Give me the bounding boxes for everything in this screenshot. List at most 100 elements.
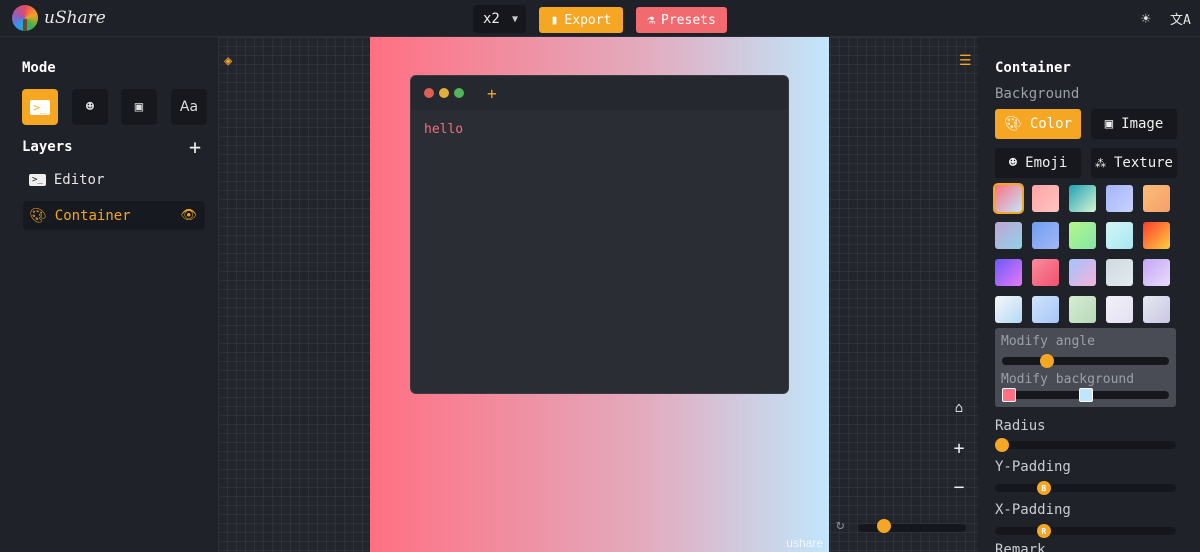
gradient-swatch[interactable] [1069,259,1096,286]
bg-image-button[interactable]: ▣ Image [1091,109,1177,139]
gradient-swatch[interactable] [1106,259,1133,286]
bg-color-button[interactable]: 🎨︎ Color [995,109,1081,139]
radius-label: Radius [995,418,1046,434]
chevron-down-icon: ▼ [511,13,518,25]
mode-title: Mode [22,60,56,76]
brand-name: uShare [44,8,106,28]
background-label: Background [995,86,1080,102]
eye-icon[interactable]: 👁︎ [180,208,197,223]
adjust-icon[interactable]: ☰ [959,53,972,69]
zoom-out-button[interactable]: − [946,474,972,500]
layers-icon[interactable]: ◈ [224,53,232,69]
ypadding-slider-knob[interactable]: B [1036,481,1051,495]
canvas-area[interactable]: ◈ ☰ + hello ushare ⌂ + − ↻ [218,37,978,552]
gradient-modifier-panel: Modify angle Modify background [995,328,1176,407]
home-icon[interactable]: ⌂ [946,395,972,421]
bg-emoji-button[interactable]: ☻ Emoji [995,148,1081,178]
top-bar: uShare x2 ▼ ▮ Export ⚗ Presets ☀ 文A [0,0,1200,37]
layer-label: Editor [53,171,105,188]
gradient-swatch[interactable] [1106,185,1133,212]
app-root: uShare x2 ▼ ▮ Export ⚗ Presets ☀ 文A Mode… [0,0,1200,552]
terminal-icon: >_ [29,173,46,186]
texture-icon: ⁂ [1094,156,1106,170]
emoji-icon: ☻ [1008,155,1018,171]
tree-logo-icon [12,5,38,31]
editor-header: + [411,76,788,110]
gradient-swatch[interactable] [1143,259,1170,286]
reset-icon[interactable]: ↻ [836,517,844,533]
gradient-swatch[interactable] [1032,222,1059,249]
export-button[interactable]: ▮ Export [539,7,623,33]
modify-angle-label: Modify angle [1001,334,1095,349]
ypadding-slider-track[interactable] [995,484,1176,492]
zoom-slider-track[interactable] [858,524,966,532]
modify-background-label: Modify background [1001,372,1135,387]
palette-icon: 🎨︎ [29,207,47,224]
radius-slider-track[interactable] [995,441,1176,449]
bg-texture-button[interactable]: ⁂ Texture [1091,148,1177,178]
minimize-dot [439,88,449,98]
container-background[interactable]: + hello ushare [370,37,829,552]
gradient-swatch[interactable] [1106,296,1133,323]
right-panel: Container Background 🎨︎ Color ▣ Image ☻ … [978,37,1200,552]
gradient-swatch[interactable] [1106,222,1133,249]
add-layer-button[interactable]: + [189,135,201,159]
image-icon: ▣ [134,99,144,115]
gradient-stop-end[interactable] [1078,388,1093,402]
angle-slider-knob[interactable] [1040,354,1055,368]
mode-image-button[interactable]: ▣ [121,89,157,125]
editor-window[interactable]: + hello [410,75,789,394]
mode-terminal-button[interactable]: >_ [22,89,58,125]
xpadding-slider-track[interactable] [995,527,1176,535]
logo[interactable]: uShare [12,5,106,31]
emoji-icon: ☻ [85,99,95,115]
presets-button[interactable]: ⚗ Presets [636,7,727,33]
layer-label: Container [54,207,131,224]
maximize-dot [454,88,464,98]
gradient-swatch[interactable] [1143,296,1170,323]
zoom-in-button[interactable]: + [946,435,972,461]
export-icon: ▮ [550,12,559,28]
translate-icon[interactable]: 文A [1170,9,1191,28]
gradient-swatch[interactable] [993,183,1024,214]
terminal-icon: >_ [30,99,50,115]
bg-texture-label: Texture [1113,155,1173,171]
mode-emoji-button[interactable]: ☻ [72,89,108,125]
editor-text: hello [424,122,464,137]
gradient-swatch[interactable] [995,259,1022,286]
radius-slider-knob[interactable] [995,438,1009,452]
gradient-swatch[interactable] [1069,296,1096,323]
gradient-swatch[interactable] [1069,185,1096,212]
gradient-swatch[interactable] [1069,222,1096,249]
watermark: ushare [786,536,823,550]
flask-icon: ⚗ [647,12,656,28]
scale-value: x2 [483,11,500,27]
xpadding-slider-knob[interactable]: R [1036,524,1051,538]
gradient-swatch[interactable] [1032,185,1059,212]
gradient-swatch[interactable] [1032,259,1059,286]
add-tab-icon[interactable]: + [487,84,497,103]
zoom-slider-knob[interactable] [876,519,891,533]
scale-select[interactable]: x2 ▼ [473,5,526,33]
gradient-stop-start[interactable] [1002,388,1016,402]
angle-slider-track[interactable] [1002,357,1169,365]
bg-image-label: Image [1121,116,1164,132]
bg-color-label: Color [1029,116,1072,132]
gradient-swatch[interactable] [995,296,1022,323]
layer-item-editor[interactable]: >_ Editor [23,165,205,194]
plus-icon: + [953,437,965,459]
xpadding-label: X-Padding [995,502,1071,518]
palette-icon: 🎨︎ [1004,116,1022,132]
bg-emoji-label: Emoji [1025,155,1068,171]
layer-item-container[interactable]: 🎨︎ Container 👁︎ [23,201,205,230]
minus-icon: − [953,476,965,498]
mode-text-button[interactable]: Aa [171,89,207,125]
close-dot [424,88,434,98]
editor-body[interactable]: hello [411,110,788,149]
sun-icon[interactable]: ☀ [1141,9,1151,28]
gradient-swatch[interactable] [1143,222,1170,249]
container-title: Container [995,60,1071,76]
gradient-swatch[interactable] [1143,185,1170,212]
gradient-swatch[interactable] [1032,296,1059,323]
gradient-swatch[interactable] [995,222,1022,249]
